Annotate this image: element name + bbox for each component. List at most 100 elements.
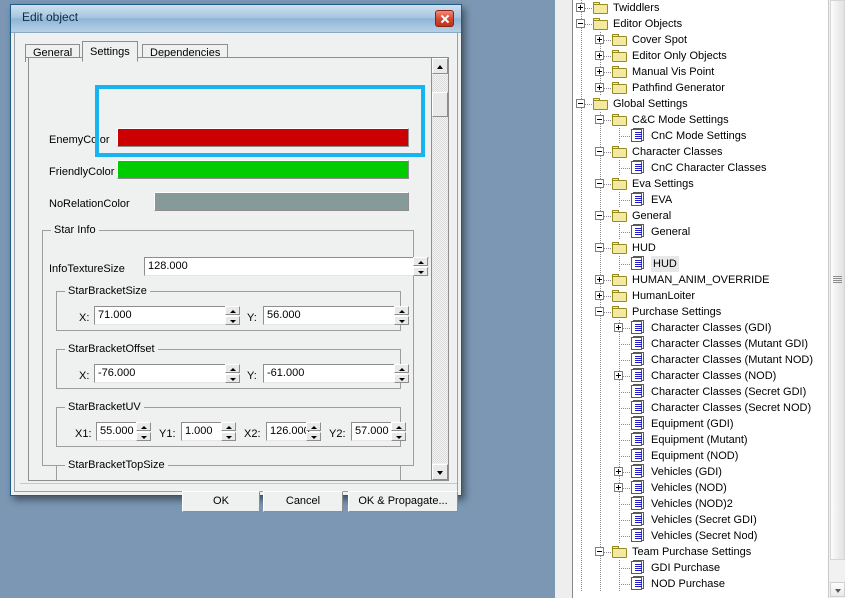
collapse-icon[interactable] [595, 179, 604, 188]
norelationcolor-swatch[interactable] [154, 192, 409, 211]
tree-item[interactable]: Vehicles (NOD)2 [573, 496, 828, 512]
expand-icon[interactable] [614, 371, 623, 380]
expand-icon[interactable] [614, 323, 623, 332]
tree-item[interactable]: Editor Only Objects [573, 48, 828, 64]
tree-item[interactable]: Vehicles (Secret GDI) [573, 512, 828, 528]
starbracketuv-y1-label: Y1: [159, 428, 176, 440]
starbracketuv-y1-stepper[interactable] [221, 422, 236, 441]
tree-item[interactable]: Character Classes (Mutant NOD) [573, 352, 828, 368]
tree-item[interactable]: CnC Mode Settings [573, 128, 828, 144]
collapse-icon[interactable] [595, 115, 604, 124]
document-icon [631, 481, 644, 495]
scroll-down-button[interactable] [432, 464, 448, 480]
tree-item-label: CnC Character Classes [651, 160, 767, 176]
scrollbar-thumb[interactable] [432, 92, 448, 117]
enemycolor-swatch[interactable] [117, 128, 409, 147]
tree-item[interactable]: Equipment (NOD) [573, 448, 828, 464]
collapse-icon[interactable] [576, 99, 585, 108]
collapse-icon[interactable] [576, 19, 585, 28]
tree-item[interactable]: Pathfind Generator [573, 80, 828, 96]
starbracketuv-x1-stepper[interactable] [136, 422, 151, 441]
tree-item[interactable]: HUD [573, 256, 828, 272]
tree-vertical-scrollbar[interactable] [828, 0, 845, 598]
tree-guide-line [619, 456, 631, 457]
scroll-up-button[interactable] [432, 58, 448, 74]
tree-item[interactable]: EVA [573, 192, 828, 208]
tree-item[interactable]: HUD [573, 240, 828, 256]
tree-item-label: Character Classes (Mutant GDI) [651, 336, 808, 352]
tree-item[interactable]: Vehicles (NOD) [573, 480, 828, 496]
expand-icon[interactable] [595, 67, 604, 76]
tree-item[interactable]: Manual Vis Point [573, 64, 828, 80]
collapse-icon[interactable] [595, 147, 604, 156]
tree-item[interactable]: Twiddlers [573, 0, 828, 16]
tree-item[interactable]: Character Classes [573, 144, 828, 160]
expand-icon[interactable] [595, 83, 604, 92]
footer-divider [20, 483, 457, 484]
tree-item[interactable]: HUMAN_ANIM_OVERRIDE [573, 272, 828, 288]
tree-item[interactable]: Equipment (GDI) [573, 416, 828, 432]
collapse-icon[interactable] [595, 307, 604, 316]
tree-item[interactable]: General [573, 224, 828, 240]
starbracketuv-x2-stepper[interactable] [306, 422, 321, 441]
expand-icon[interactable] [595, 35, 604, 44]
tree-guide-line [600, 256, 601, 272]
tree-item[interactable]: Editor Objects [573, 16, 828, 32]
tree-item[interactable]: Cover Spot [573, 32, 828, 48]
starbracketsize-y-stepper[interactable] [394, 306, 409, 325]
collapse-icon[interactable] [595, 547, 604, 556]
tree-scroll-down-button[interactable] [830, 582, 845, 597]
tree-item-label: Team Purchase Settings [632, 544, 751, 560]
expand-icon[interactable] [614, 483, 623, 492]
tree-item[interactable]: Character Classes (Mutant GDI) [573, 336, 828, 352]
starbracketuv-y2-stepper[interactable] [391, 422, 406, 441]
expand-icon[interactable] [595, 275, 604, 284]
tree-item[interactable]: Eva Settings [573, 176, 828, 192]
tree-item[interactable]: Character Classes (Secret GDI) [573, 384, 828, 400]
tab-settings[interactable]: Settings [82, 41, 138, 62]
starbracketoffset-y-stepper[interactable] [394, 364, 409, 383]
settings-scrollbar[interactable] [431, 58, 448, 480]
friendlycolor-swatch[interactable] [117, 160, 409, 179]
expand-icon[interactable] [576, 3, 585, 12]
tree-item[interactable]: Character Classes (GDI) [573, 320, 828, 336]
starbracketsize-y-input[interactable]: 56.000 [263, 306, 408, 325]
tree-item[interactable]: C&C Mode Settings [573, 112, 828, 128]
starbracketsize-x-stepper[interactable] [225, 306, 240, 325]
tree-item[interactable]: Global Settings [573, 96, 828, 112]
tree-item[interactable]: GDI Purchase [573, 560, 828, 576]
collapse-icon[interactable] [595, 243, 604, 252]
close-icon[interactable] [435, 10, 454, 27]
tree-item[interactable]: Character Classes (Secret NOD) [573, 400, 828, 416]
tree-item[interactable]: Purchase Settings [573, 304, 828, 320]
tree-item[interactable]: Vehicles (Secret Nod) [573, 528, 828, 544]
expand-icon[interactable] [595, 51, 604, 60]
scrollbar-track[interactable] [432, 75, 448, 463]
expand-icon[interactable] [595, 291, 604, 300]
starbracketoffset-y-input[interactable]: -61.000 [263, 364, 408, 383]
tree-item[interactable]: Team Purchase Settings [573, 544, 828, 560]
document-icon [631, 529, 644, 543]
tree-item[interactable]: Vehicles (GDI) [573, 464, 828, 480]
starbracketoffset-x-stepper[interactable] [225, 364, 240, 383]
infotexturesize-input[interactable]: 128.000 [144, 257, 429, 276]
collapse-icon[interactable] [595, 211, 604, 220]
dialog-titlebar[interactable]: Edit object [11, 5, 461, 33]
tree-item[interactable]: CnC Character Classes [573, 160, 828, 176]
ok-button[interactable]: OK [182, 491, 260, 512]
object-tree-panel[interactable]: TwiddlersEditor ObjectsCover SpotEditor … [573, 0, 828, 598]
propagate-button[interactable]: OK & Propagate... [348, 491, 458, 512]
tree-item[interactable]: Character Classes (NOD) [573, 368, 828, 384]
starbracketoffset-x-input[interactable]: -76.000 [94, 364, 239, 383]
tree-guide-line [581, 272, 582, 288]
cancel-button[interactable]: Cancel [263, 491, 343, 512]
tree-item[interactable]: HumanLoiter [573, 288, 828, 304]
expand-icon[interactable] [614, 467, 623, 476]
starbracketsize-x-input[interactable]: 71.000 [94, 306, 239, 325]
folder-icon [612, 50, 628, 63]
tree-item[interactable]: General [573, 208, 828, 224]
tree-item[interactable]: NOD Purchase [573, 576, 828, 592]
tree-guide-line [581, 320, 582, 336]
infotexturesize-stepper[interactable] [413, 257, 428, 276]
tree-item[interactable]: Equipment (Mutant) [573, 432, 828, 448]
